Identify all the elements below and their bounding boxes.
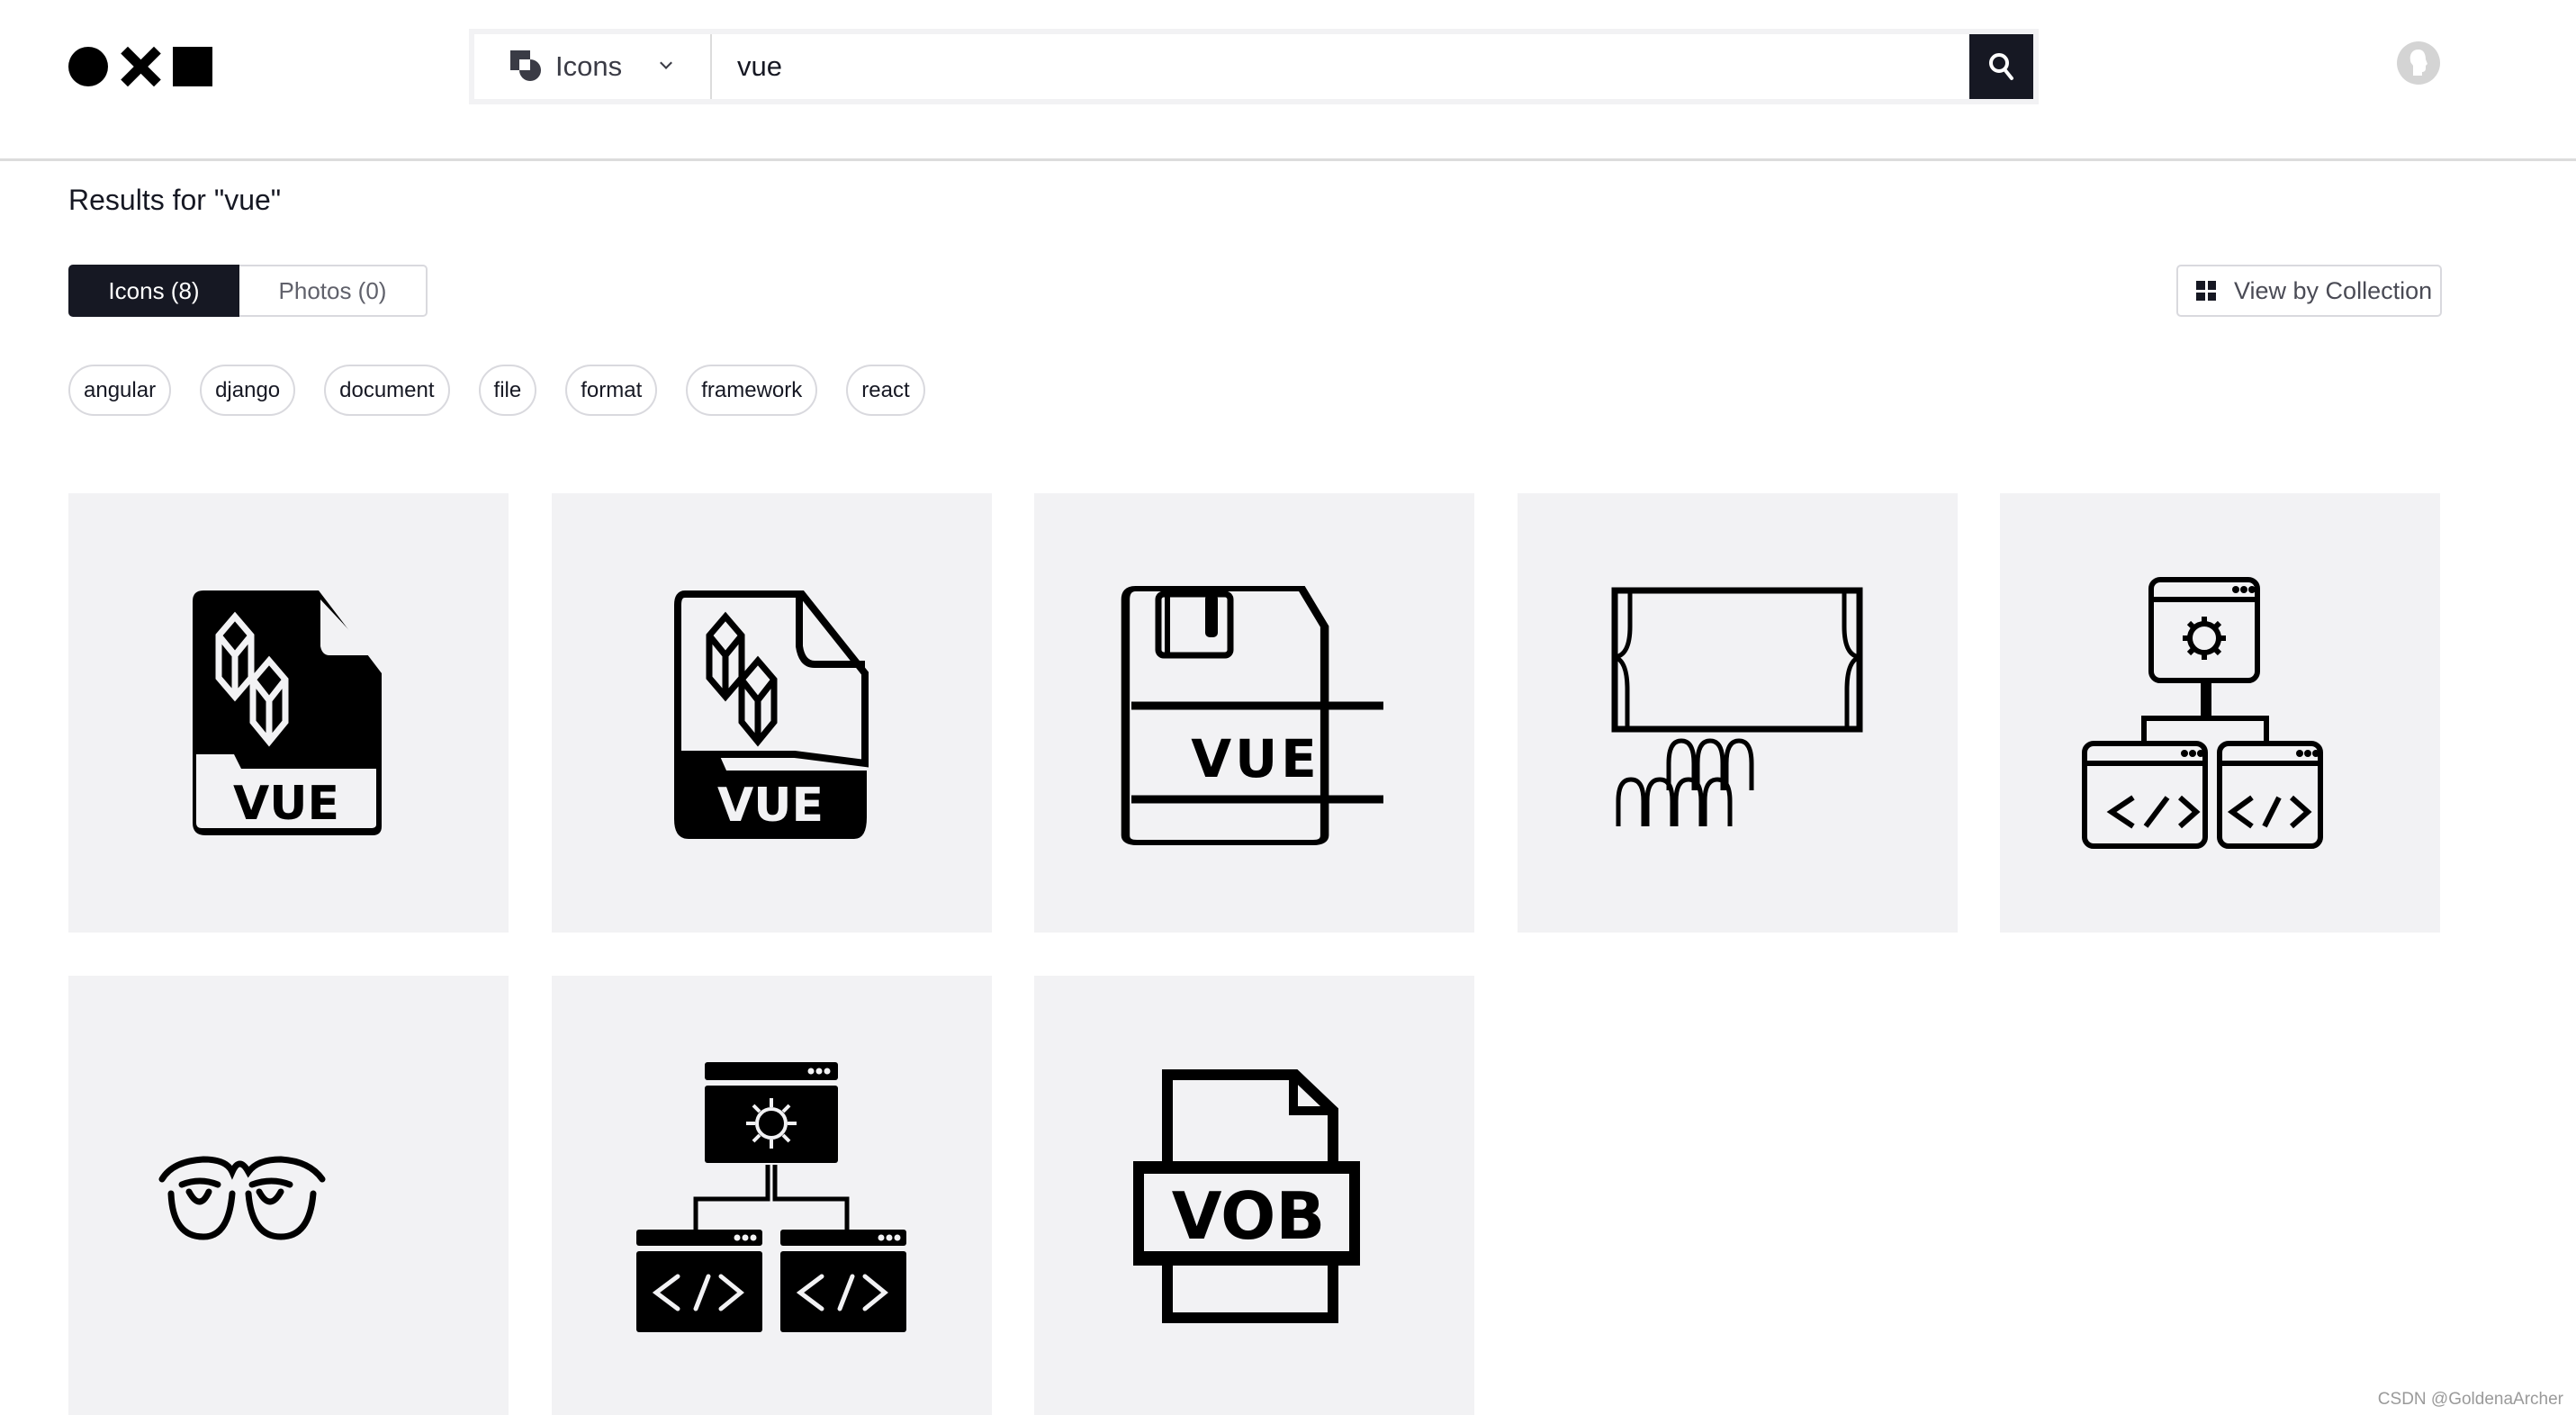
search-icon bbox=[1988, 53, 2013, 80]
tag-chip[interactable]: file bbox=[478, 365, 537, 416]
tag-chip[interactable]: document bbox=[324, 365, 450, 416]
tag-chip[interactable]: react bbox=[846, 365, 925, 416]
results-title: Results for "vue" bbox=[68, 184, 282, 216]
svg-text:VUE: VUE bbox=[233, 777, 339, 831]
logo-x-icon bbox=[121, 47, 160, 86]
icon-result-card[interactable]: VUE bbox=[1034, 493, 1474, 933]
icon-result-card[interactable]: VUE bbox=[552, 493, 992, 933]
view-by-collection-label: View by Collection bbox=[2234, 276, 2433, 304]
stage-audience-icon bbox=[1611, 587, 1863, 826]
svg-text:VUE: VUE bbox=[1191, 728, 1320, 789]
watermark: CSDN @GoldenaArcher bbox=[2377, 1390, 2563, 1409]
vue-floppy-disk-icon: VUE bbox=[1121, 586, 1383, 845]
search-bar: Icons bbox=[469, 29, 2039, 104]
glasses-eyes-icon bbox=[158, 1156, 326, 1240]
related-tags: angular django document file format fram… bbox=[68, 365, 925, 416]
icon-result-card[interactable] bbox=[1518, 493, 1958, 933]
chevron-down-icon bbox=[660, 57, 673, 69]
vue-file-filled-icon: VUE bbox=[193, 590, 382, 835]
tag-chip[interactable]: framework bbox=[686, 365, 818, 416]
logo-circle-icon bbox=[68, 47, 108, 86]
search-input[interactable] bbox=[712, 34, 1969, 99]
header: Icons bbox=[0, 0, 2576, 161]
code-framework-filled-icon bbox=[636, 1062, 906, 1332]
icon-result-card[interactable] bbox=[68, 976, 509, 1415]
icon-result-card[interactable] bbox=[552, 976, 992, 1415]
icon-result-card[interactable] bbox=[2000, 493, 2440, 933]
user-avatar[interactable] bbox=[2397, 41, 2440, 85]
shapes-icon bbox=[510, 50, 543, 83]
icon-result-card[interactable]: VOB bbox=[1034, 976, 1474, 1415]
svg-text:VUE: VUE bbox=[717, 779, 824, 833]
icon-result-card[interactable]: VUE bbox=[68, 493, 509, 933]
svg-text:VOB: VOB bbox=[1172, 1178, 1326, 1254]
search-type-label: Icons bbox=[555, 50, 623, 82]
search-type-dropdown[interactable]: Icons bbox=[474, 34, 712, 99]
result-type-tabs: Icons (8) Photos (0) bbox=[68, 265, 428, 317]
user-head-icon bbox=[2409, 50, 2427, 76]
logo[interactable] bbox=[68, 47, 221, 86]
tab-icons[interactable]: Icons (8) bbox=[68, 265, 239, 317]
logo-square-icon bbox=[173, 47, 212, 86]
vob-file-icon: VOB bbox=[1133, 1069, 1360, 1323]
tab-photos[interactable]: Photos (0) bbox=[239, 265, 428, 317]
tag-chip[interactable]: format bbox=[565, 365, 658, 416]
code-framework-outline-icon bbox=[2082, 577, 2323, 849]
vue-file-outline-icon: VUE bbox=[674, 590, 869, 839]
tag-chip[interactable]: angular bbox=[68, 365, 172, 416]
search-button[interactable] bbox=[1969, 34, 2033, 99]
grid-icon bbox=[2196, 281, 2216, 301]
tag-chip[interactable]: django bbox=[200, 365, 296, 416]
view-by-collection-button[interactable]: View by Collection bbox=[2176, 265, 2442, 317]
